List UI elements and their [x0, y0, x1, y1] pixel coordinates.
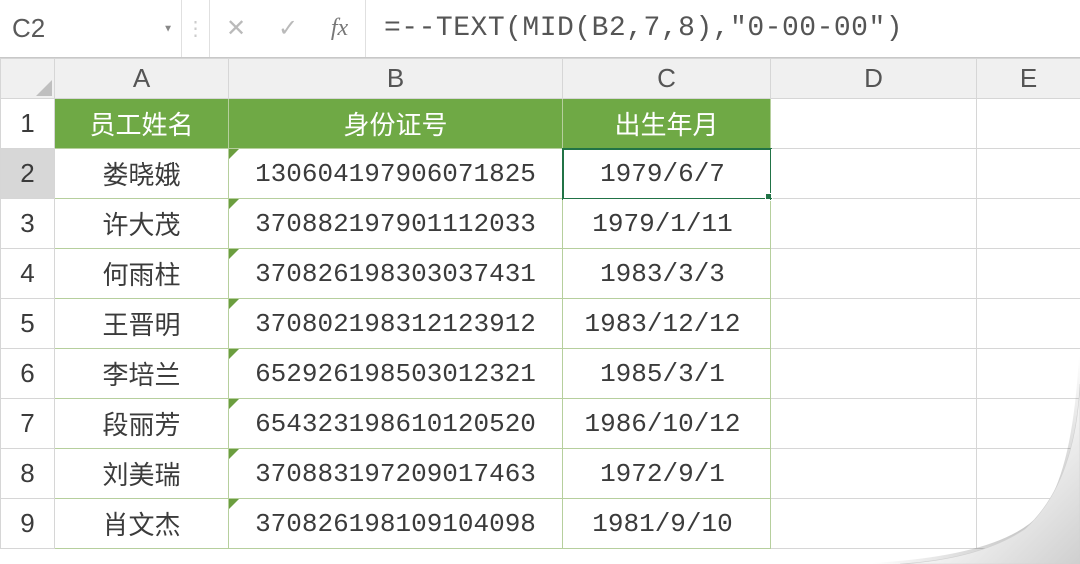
cell-C9[interactable]: 1981/9/10 — [563, 499, 771, 549]
cell-B8[interactable]: 370883197209017463 — [229, 449, 563, 499]
cell-A5[interactable]: 王晋明 — [55, 299, 229, 349]
cell-A1[interactable]: 员工姓名 — [55, 99, 229, 149]
cell-D5[interactable] — [771, 299, 977, 349]
cell-C1[interactable]: 出生年月 — [563, 99, 771, 149]
row-6: 6 李培兰 652926198503012321 1985/3/1 — [1, 349, 1080, 399]
cell-B3[interactable]: 370882197901112033 — [229, 199, 563, 249]
row-header-2[interactable]: 2 — [1, 149, 55, 199]
cell-A3[interactable]: 许大茂 — [55, 199, 229, 249]
cell-E5[interactable] — [977, 299, 1080, 349]
cell-D6[interactable] — [771, 349, 977, 399]
name-box[interactable]: C2 ▼ — [0, 0, 182, 57]
cell-E6[interactable] — [977, 349, 1080, 399]
cell-D7[interactable] — [771, 399, 977, 449]
cell-E8[interactable] — [977, 449, 1080, 499]
cell-A7[interactable]: 段丽芳 — [55, 399, 229, 449]
formula-bar: C2 ▼ ⋮ ✕ ✓ fx =--TEXT(MID(B2,7,8),"0-00-… — [0, 0, 1080, 58]
select-all-corner[interactable] — [1, 59, 55, 99]
cell-A2[interactable]: 娄晓娥 — [55, 149, 229, 199]
cell-D2[interactable] — [771, 149, 977, 199]
cell-C3[interactable]: 1979/1/11 — [563, 199, 771, 249]
cell-E7[interactable] — [977, 399, 1080, 449]
row-header-7[interactable]: 7 — [1, 399, 55, 449]
cell-B7[interactable]: 654323198610120520 — [229, 399, 563, 449]
cell-A6[interactable]: 李培兰 — [55, 349, 229, 399]
column-header-row: A B C D E — [1, 59, 1080, 99]
cell-B6[interactable]: 652926198503012321 — [229, 349, 563, 399]
row-header-3[interactable]: 3 — [1, 199, 55, 249]
cell-D9[interactable] — [771, 499, 977, 549]
select-all-icon — [36, 80, 52, 96]
cell-E1[interactable] — [977, 99, 1080, 149]
row-4: 4 何雨柱 370826198303037431 1983/3/3 — [1, 249, 1080, 299]
col-header-E[interactable]: E — [977, 59, 1080, 99]
insert-function-button[interactable]: fx — [314, 0, 366, 57]
cell-D8[interactable] — [771, 449, 977, 499]
row-3: 3 许大茂 370882197901112033 1979/1/11 — [1, 199, 1080, 249]
row-header-6[interactable]: 6 — [1, 349, 55, 399]
cell-C2[interactable]: 1979/6/7 — [563, 149, 771, 199]
col-header-A[interactable]: A — [55, 59, 229, 99]
cell-A8[interactable]: 刘美瑞 — [55, 449, 229, 499]
row-2: 2 娄晓娥 130604197906071825 1979/6/7 — [1, 149, 1080, 199]
row-header-5[interactable]: 5 — [1, 299, 55, 349]
cell-B9[interactable]: 370826198109104098 — [229, 499, 563, 549]
name-box-value: C2 — [12, 13, 45, 44]
cell-D1[interactable] — [771, 99, 977, 149]
row-header-4[interactable]: 4 — [1, 249, 55, 299]
cell-C4[interactable]: 1983/3/3 — [563, 249, 771, 299]
row-header-9[interactable]: 9 — [1, 499, 55, 549]
cell-E9[interactable] — [977, 499, 1080, 549]
fx-icon: fx — [331, 15, 348, 42]
cell-A4[interactable]: 何雨柱 — [55, 249, 229, 299]
cell-E2[interactable] — [977, 149, 1080, 199]
cell-C6[interactable]: 1985/3/1 — [563, 349, 771, 399]
cell-C8[interactable]: 1972/9/1 — [563, 449, 771, 499]
cell-D4[interactable] — [771, 249, 977, 299]
row-header-8[interactable]: 8 — [1, 449, 55, 499]
cell-B1[interactable]: 身份证号 — [229, 99, 563, 149]
row-7: 7 段丽芳 654323198610120520 1986/10/12 — [1, 399, 1080, 449]
chevron-down-icon[interactable]: ▼ — [163, 23, 173, 34]
cell-B2[interactable]: 130604197906071825 — [229, 149, 563, 199]
col-header-C[interactable]: C — [563, 59, 771, 99]
close-icon: ✕ — [226, 14, 246, 43]
row-1: 1 员工姓名 身份证号 出生年月 — [1, 99, 1080, 149]
cell-E3[interactable] — [977, 199, 1080, 249]
spreadsheet-grid: A B C D E 1 员工姓名 身份证号 出生年月 2 娄晓娥 1306041… — [0, 58, 1080, 549]
enter-formula-button[interactable]: ✓ — [262, 0, 314, 57]
cell-E4[interactable] — [977, 249, 1080, 299]
cell-C7[interactable]: 1986/10/12 — [563, 399, 771, 449]
cell-C5[interactable]: 1983/12/12 — [563, 299, 771, 349]
row-header-1[interactable]: 1 — [1, 99, 55, 149]
formula-text: =--TEXT(MID(B2,7,8),"0-00-00") — [384, 13, 903, 44]
cell-D3[interactable] — [771, 199, 977, 249]
cell-A9[interactable]: 肖文杰 — [55, 499, 229, 549]
cancel-formula-button[interactable]: ✕ — [210, 0, 262, 57]
row-8: 8 刘美瑞 370883197209017463 1972/9/1 — [1, 449, 1080, 499]
cell-B4[interactable]: 370826198303037431 — [229, 249, 563, 299]
formula-input[interactable]: =--TEXT(MID(B2,7,8),"0-00-00") — [366, 0, 1080, 57]
cell-B5[interactable]: 370802198312123912 — [229, 299, 563, 349]
row-9: 9 肖文杰 370826198109104098 1981/9/10 — [1, 499, 1080, 549]
col-header-D[interactable]: D — [771, 59, 977, 99]
check-icon: ✓ — [278, 14, 298, 43]
col-header-B[interactable]: B — [229, 59, 563, 99]
formula-bar-divider: ⋮ — [182, 0, 210, 57]
row-5: 5 王晋明 370802198312123912 1983/12/12 — [1, 299, 1080, 349]
